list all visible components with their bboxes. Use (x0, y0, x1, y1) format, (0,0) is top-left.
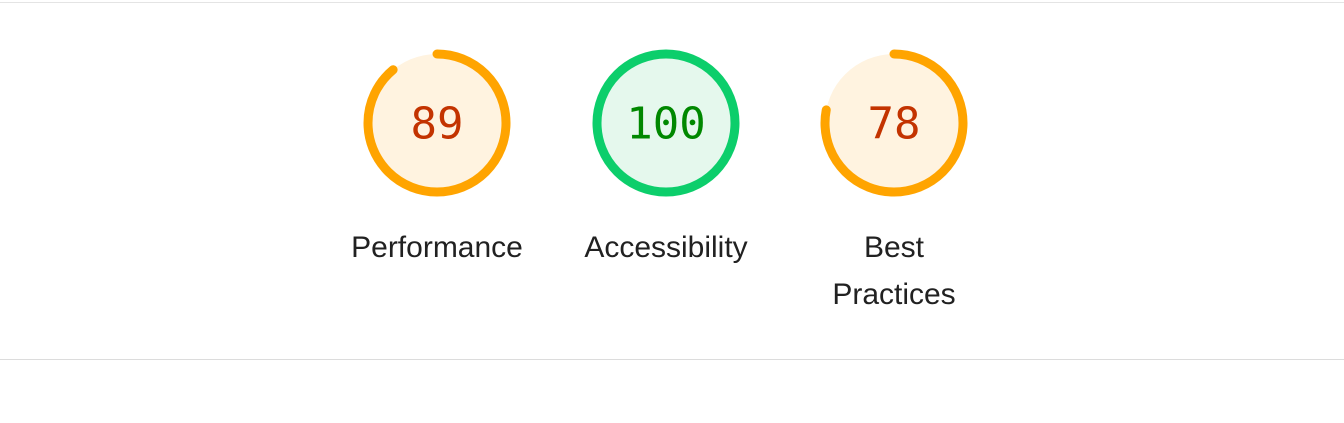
gauge-best-practices[interactable]: 78 Best Practices (799, 46, 989, 318)
score-gauge-ring: 78 (820, 49, 968, 197)
top-divider (0, 2, 1344, 3)
bottom-divider (0, 359, 1344, 360)
gauge-label: Performance (351, 231, 523, 264)
gauge-score: 100 (626, 99, 705, 150)
score-gauge-ring: 100 (592, 49, 740, 197)
gauge-score: 78 (868, 99, 921, 150)
gauge-performance[interactable]: 89 Performance (342, 46, 532, 271)
gauge-label: Accessibility (584, 231, 748, 264)
score-gauge-ring: 89 (363, 49, 511, 197)
gauge-accessibility[interactable]: 100 Accessibility (571, 46, 761, 271)
gauge-score: 89 (411, 99, 464, 150)
gauge-label: Best Practices (832, 231, 956, 311)
